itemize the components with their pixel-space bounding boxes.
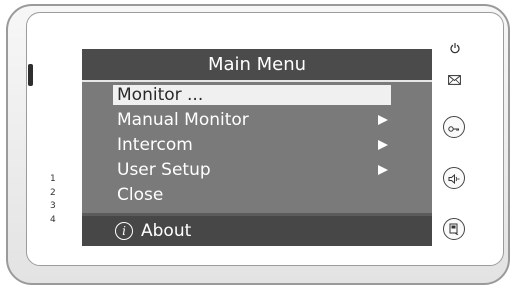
side-number-4: 4 [50, 214, 56, 225]
submenu-arrow-icon [378, 165, 388, 175]
menu-item-label: Intercom [117, 135, 193, 155]
menu-list: Monitor ... Manual Monitor Intercom User… [82, 82, 432, 213]
menu-item-close[interactable]: Close [113, 185, 389, 205]
side-slot [28, 64, 33, 86]
menu-item-label: Close [117, 185, 164, 205]
power-icon [449, 42, 461, 58]
side-number-3: 3 [50, 201, 56, 211]
submenu-arrow-icon [378, 140, 388, 150]
menu-item-user-setup[interactable]: User Setup [113, 160, 389, 180]
key-icon [448, 118, 460, 137]
side-number-2: 2 [50, 187, 56, 198]
menu-button[interactable] [443, 218, 465, 240]
menu-item-monitor[interactable]: Monitor ... [113, 85, 391, 105]
side-number-list: 1 2 3 4 [50, 173, 56, 227]
menu-item-label: Monitor ... [117, 85, 204, 105]
menu-item-label: Manual Monitor [117, 110, 249, 130]
menu-icon [449, 220, 459, 239]
speaker-icon [448, 169, 460, 188]
menu-item-about[interactable]: i About [82, 216, 432, 246]
display-screen: Main Menu Monitor ... Manual Monitor Int… [82, 49, 432, 246]
unlock-key-button[interactable] [443, 116, 465, 138]
menu-item-label: User Setup [117, 160, 211, 180]
side-number-1: 1 [50, 174, 56, 184]
menu-item-intercom[interactable]: Intercom [113, 135, 389, 155]
menu-item-manual-monitor[interactable]: Manual Monitor [113, 110, 389, 130]
about-label: About [141, 221, 192, 241]
envelope-icon [448, 74, 461, 89]
talk-button[interactable] [443, 167, 465, 189]
submenu-arrow-icon [378, 115, 388, 125]
info-icon: i [115, 222, 133, 240]
menu-title: Main Menu [82, 49, 432, 82]
